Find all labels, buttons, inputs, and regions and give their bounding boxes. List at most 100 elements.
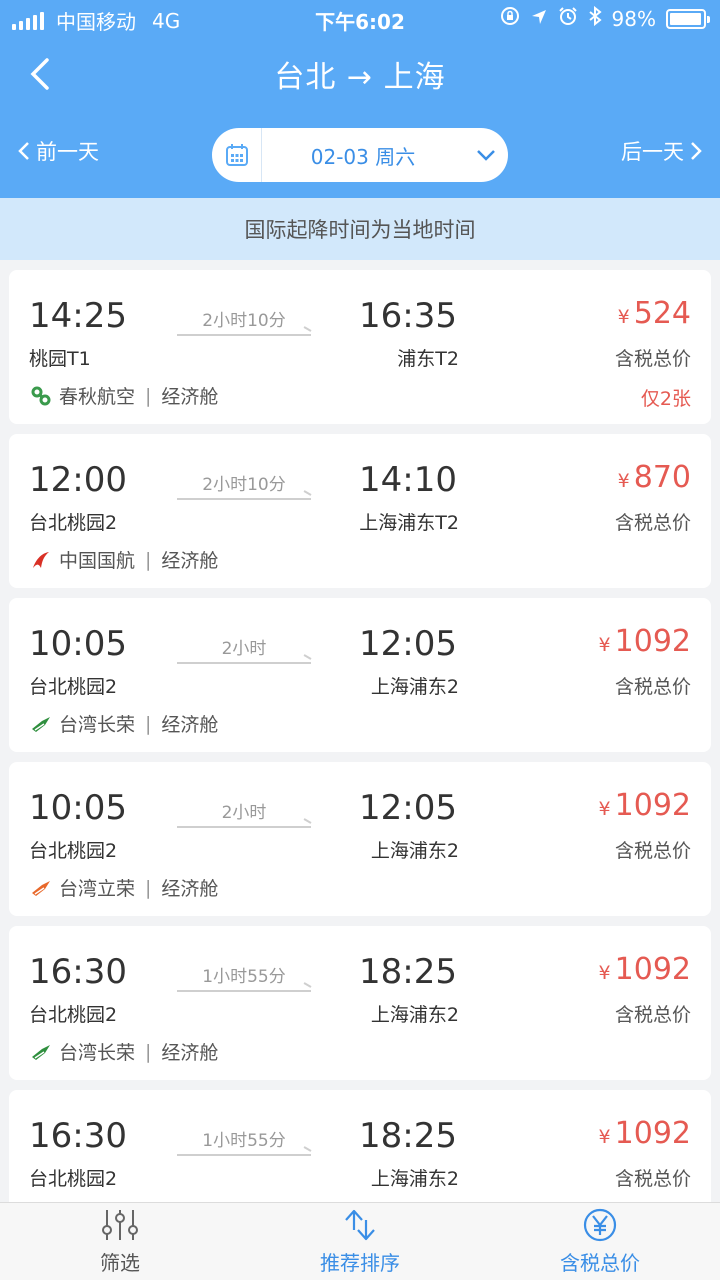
price-value: 1092 (614, 952, 691, 987)
currency-symbol: ¥ (617, 470, 630, 492)
airline-name: 台湾立荣 (59, 878, 136, 900)
price: ¥524 (618, 296, 691, 331)
yen-icon (583, 1208, 617, 1242)
duration-arrow (177, 826, 311, 828)
flight-duration: 1小时55分 (202, 1131, 286, 1151)
arrival-time: 16:35 (359, 296, 457, 336)
price-value: 1092 (614, 624, 691, 659)
seats-remaining: 仅2张 (640, 388, 691, 410)
tax-included-label: 含税总价 (614, 1168, 691, 1190)
divider: | (145, 712, 152, 735)
tax-included-label: 含税总价 (614, 840, 691, 862)
airline-name: 春秋航空 (59, 386, 136, 408)
duration-arrow (177, 662, 311, 664)
arrival-time: 18:25 (359, 952, 457, 992)
airline-name: 台湾长荣 (59, 1042, 136, 1064)
arrival-airport: 上海浦东T2 (359, 512, 459, 534)
tax-included-label: 含税总价 (614, 348, 691, 370)
airline-info: 台湾长荣 | 经济舱 (29, 710, 218, 737)
duration-arrow (177, 334, 311, 336)
flight-duration: 2小时10分 (202, 475, 286, 495)
departure-airport: 台北桃园2 (29, 1004, 118, 1026)
date-selector[interactable]: 02-03 周六 (212, 128, 508, 182)
arrival-time: 18:25 (359, 1116, 457, 1156)
tax-included-label: 含税总价 (614, 1004, 691, 1026)
duration-arrow (177, 990, 311, 992)
price-value: 1092 (614, 1116, 691, 1151)
airline-info: 春秋航空 | 经济舱 (29, 382, 218, 409)
filter-icon (102, 1210, 138, 1240)
cabin-class: 经济舱 (161, 878, 219, 900)
arrival-airport: 浦东T2 (397, 348, 459, 370)
airline-info: 台湾立荣 | 经济舱 (29, 874, 218, 901)
airline-logo-icon (29, 876, 53, 900)
divider: | (145, 384, 152, 407)
airline-logo-icon (29, 1040, 53, 1064)
currency-symbol: ¥ (598, 798, 611, 820)
departure-time: 16:30 (29, 1116, 127, 1156)
arrival-airport: 上海浦东2 (370, 676, 459, 698)
prev-day-button[interactable]: 前一天 (18, 136, 99, 166)
flight-card[interactable]: 16:30 1小时55分 18:25 ¥1092 台北桃园2 上海浦东2 含税总价台湾长荣 |… (9, 926, 711, 1080)
battery-percent: 98% (611, 6, 656, 31)
header: 中国移动 4G 下午6:02 98% 台北 → 上海 前一天 02-03 周六 … (0, 0, 720, 198)
next-day-button[interactable]: 后一天 (621, 136, 702, 166)
duration-arrow (177, 1154, 311, 1156)
departure-time: 14:25 (29, 296, 127, 336)
currency-symbol: ¥ (598, 634, 611, 656)
arrival-time: 12:05 (359, 788, 457, 828)
departure-time: 12:00 (29, 460, 127, 500)
arrival-airport: 上海浦东2 (370, 1168, 459, 1190)
bottom-nav: 筛选 推荐排序 含税总价 (0, 1202, 720, 1280)
flight-card[interactable]: 10:05 2小时 12:05 ¥1092 台北桃园2 上海浦东2 含税总价 台湾长荣 | 经济舱 (9, 598, 711, 752)
arrival-airport: 上海浦东2 (370, 1004, 459, 1026)
price: ¥1092 (599, 1116, 691, 1151)
tab-filter-label: 筛选 (100, 1251, 140, 1275)
price-value: 524 (633, 296, 691, 331)
departure-airport: 台北桃园2 (29, 840, 118, 862)
chevron-down-icon (477, 150, 495, 161)
notice-banner: 国际起降时间为当地时间 (0, 198, 720, 260)
airline-info: 台湾长荣 | 经济舱 (29, 1038, 218, 1065)
price: ¥870 (618, 460, 691, 495)
flight-list[interactable]: 14:25 2小时10分 16:35 ¥524 桃园T1 浦东T2 含税总价 春秋航空 | 经济舱… (0, 270, 720, 1202)
tax-included-label: 含税总价 (614, 676, 691, 698)
arrival-time: 14:10 (359, 460, 457, 500)
divider: | (145, 548, 152, 571)
flight-duration: 2小时 (221, 639, 267, 659)
flight-card[interactable]: 12:00 2小时10分 14:10 ¥870 台北桃园2 上海浦东T2 含税总价 中国国航 |… (9, 434, 711, 588)
divider: | (145, 876, 152, 899)
airline-logo-icon (29, 712, 53, 736)
status-bar: 中国移动 4G 下午6:02 98% (0, 0, 720, 36)
rotation-lock-icon (500, 6, 520, 31)
location-icon (530, 7, 548, 31)
price: ¥1092 (599, 952, 691, 987)
cabin-class: 经济舱 (161, 1042, 219, 1064)
flight-duration: 1小时55分 (202, 967, 286, 987)
airline-logo-icon (29, 548, 53, 572)
departure-airport: 台北桃园2 (29, 1168, 118, 1190)
flight-card[interactable]: 16:30 1小时55分 18:25 ¥1092 台北桃园2 上海浦东2 含税总价 (9, 1090, 711, 1202)
alarm-icon (558, 6, 578, 31)
departure-time: 16:30 (29, 952, 127, 992)
departure-time: 10:05 (29, 788, 127, 828)
prev-day-label: 前一天 (36, 140, 99, 164)
departure-airport: 台北桃园2 (29, 676, 118, 698)
tab-total-price[interactable]: 含税总价 (480, 1203, 720, 1280)
departure-airport: 桃园T1 (29, 348, 91, 370)
cabin-class: 经济舱 (161, 550, 219, 572)
bluetooth-icon (588, 5, 602, 31)
currency-symbol: ¥ (598, 962, 611, 984)
page-title: 台北 → 上海 (274, 60, 446, 95)
tab-recommended-sort[interactable]: 推荐排序 (240, 1203, 480, 1280)
price-value: 870 (633, 460, 691, 495)
tab-filter[interactable]: 筛选 (0, 1203, 240, 1280)
battery-icon (666, 8, 710, 29)
selected-date: 02-03 周六 (310, 144, 416, 169)
flight-card[interactable]: 14:25 2小时10分 16:35 ¥524 桃园T1 浦东T2 含税总价 春秋航空 | 经济舱… (9, 270, 711, 424)
next-day-label: 后一天 (621, 140, 684, 164)
flight-card[interactable]: 10:05 2小时 12:05 ¥1092 台北桃园2 上海浦东2 含税总价 台湾立荣 | 经济舱 (9, 762, 711, 916)
price-value: 1092 (614, 788, 691, 823)
currency-symbol: ¥ (598, 1126, 611, 1148)
chevron-right-icon (691, 142, 702, 160)
